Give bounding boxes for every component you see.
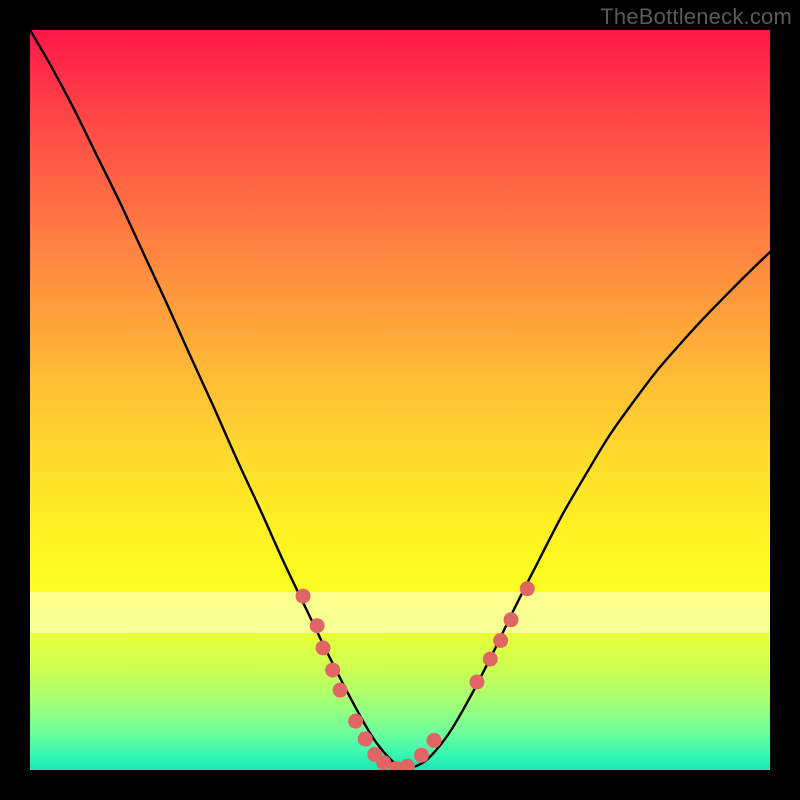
marker-dot — [316, 640, 331, 655]
marker-dot — [400, 759, 415, 770]
marker-dot — [325, 663, 340, 678]
marker-dot — [358, 731, 373, 746]
chart-frame: TheBottleneck.com — [0, 0, 800, 800]
marker-dot — [296, 589, 311, 604]
marker-dot — [504, 612, 519, 627]
marker-dot — [469, 674, 484, 689]
marker-dot — [483, 652, 498, 667]
marker-dot — [414, 748, 429, 763]
curve-markers — [296, 581, 535, 770]
marker-dot — [348, 714, 363, 729]
watermark-text: TheBottleneck.com — [600, 4, 792, 30]
marker-dot — [520, 581, 535, 596]
bottleneck-curve — [30, 30, 770, 768]
marker-dot — [333, 683, 348, 698]
plot-area — [30, 30, 770, 770]
marker-dot — [427, 733, 442, 748]
marker-dot — [310, 618, 325, 633]
chart-svg — [30, 30, 770, 770]
marker-dot — [493, 633, 508, 648]
